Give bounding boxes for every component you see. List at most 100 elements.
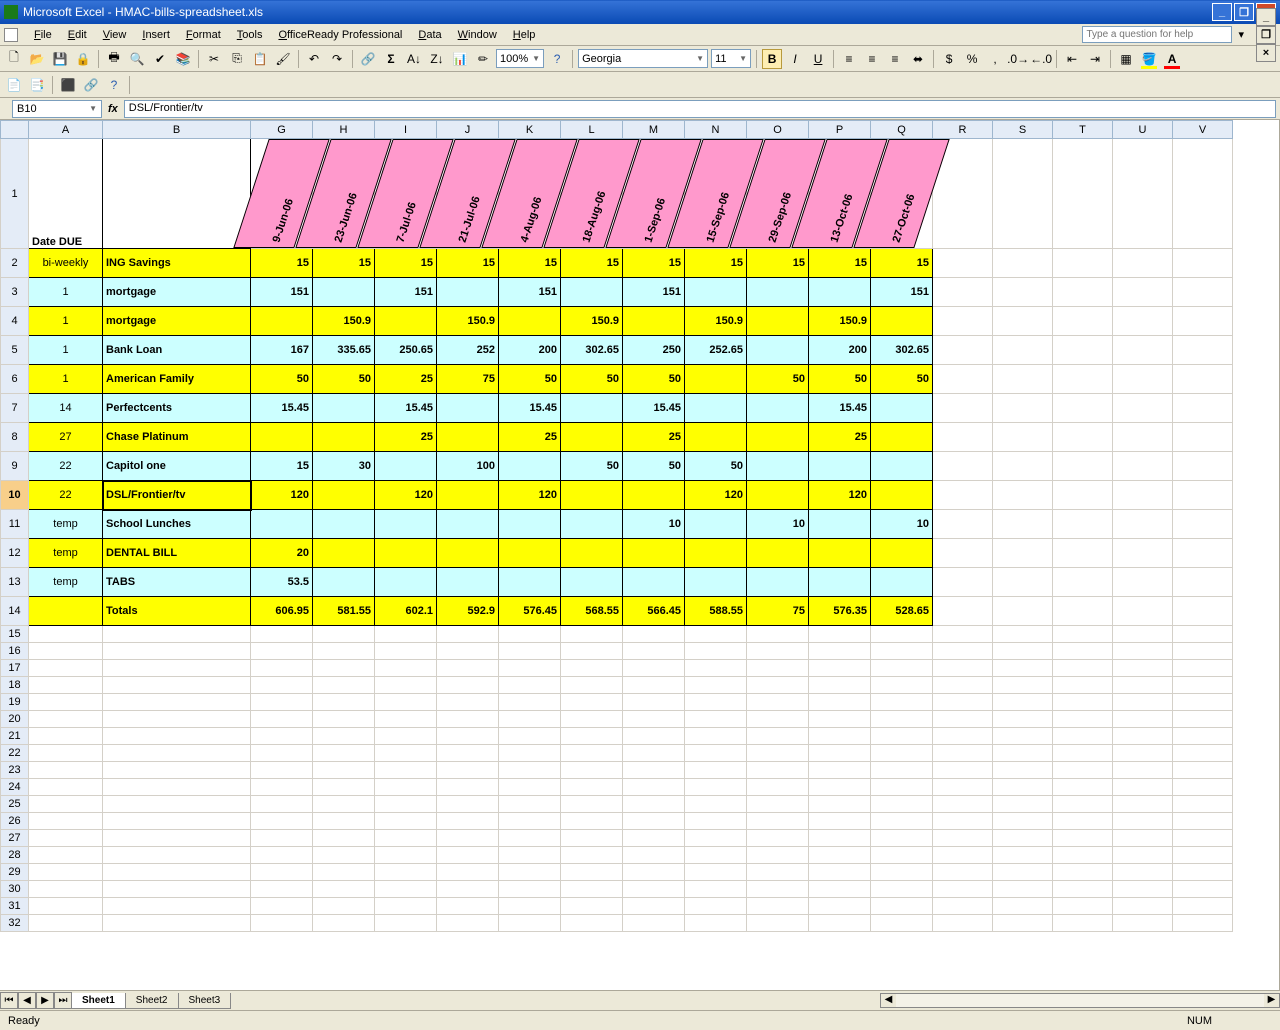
- paste-button[interactable]: 📋: [250, 49, 270, 69]
- cell-empty[interactable]: [375, 864, 437, 881]
- cell-val-2-0[interactable]: 15: [251, 249, 313, 278]
- cell-empty[interactable]: [103, 660, 251, 677]
- cell-val-13-0[interactable]: 53.5: [251, 568, 313, 597]
- cell-val-14-9[interactable]: 576.35: [809, 597, 871, 626]
- cell-empty[interactable]: [685, 711, 747, 728]
- cell-empty[interactable]: [623, 830, 685, 847]
- cell-empty[interactable]: [623, 915, 685, 932]
- cell-empty[interactable]: [437, 864, 499, 881]
- cell-val-6-7[interactable]: [685, 365, 747, 394]
- align-left-button[interactable]: ≡: [839, 49, 859, 69]
- increase-decimal-button[interactable]: .0→: [1008, 49, 1028, 69]
- cell-empty[interactable]: [251, 762, 313, 779]
- cell-due-4[interactable]: 1: [29, 307, 103, 336]
- row-header-20[interactable]: 20: [1, 711, 29, 728]
- cell-val-7-6[interactable]: 15.45: [623, 394, 685, 423]
- doc-icon[interactable]: [4, 28, 18, 42]
- cell-val-9-5[interactable]: 50: [561, 452, 623, 481]
- row-header-29[interactable]: 29: [1, 864, 29, 881]
- cell-empty[interactable]: [993, 847, 1053, 864]
- chart-button[interactable]: 📊: [450, 49, 470, 69]
- cell-empty[interactable]: [933, 847, 993, 864]
- cell-empty[interactable]: [561, 643, 623, 660]
- cell-empty[interactable]: [29, 728, 103, 745]
- cell-empty[interactable]: [809, 881, 871, 898]
- cell-empty[interactable]: [871, 796, 933, 813]
- cell-empty[interactable]: [103, 626, 251, 643]
- cell-empty[interactable]: [561, 660, 623, 677]
- cell-val-6-2[interactable]: 25: [375, 365, 437, 394]
- cell-val-10-7[interactable]: 120: [685, 481, 747, 510]
- hscroll-left[interactable]: ◀: [881, 994, 896, 1007]
- cell-empty[interactable]: [103, 745, 251, 762]
- cell-empty[interactable]: [1113, 694, 1173, 711]
- cell-empty[interactable]: [29, 779, 103, 796]
- row-header-25[interactable]: 25: [1, 796, 29, 813]
- row-header-24[interactable]: 24: [1, 779, 29, 796]
- name-box[interactable]: B10▼: [12, 100, 102, 118]
- cell-empty[interactable]: [375, 813, 437, 830]
- align-right-button[interactable]: ≡: [885, 49, 905, 69]
- cell-val-3-3[interactable]: [437, 278, 499, 307]
- cell-empty[interactable]: [499, 626, 561, 643]
- cell-due-3[interactable]: 1: [29, 278, 103, 307]
- cell-empty[interactable]: [993, 249, 1053, 278]
- cell-empty[interactable]: [685, 847, 747, 864]
- cell-empty[interactable]: [1173, 626, 1233, 643]
- pdf-button-3[interactable]: ⬛: [58, 75, 78, 95]
- cell-val-9-7[interactable]: 50: [685, 452, 747, 481]
- cell-val-14-4[interactable]: 576.45: [499, 597, 561, 626]
- cell-empty[interactable]: [1113, 307, 1173, 336]
- cell-empty[interactable]: [313, 898, 375, 915]
- cell-empty[interactable]: [1173, 510, 1233, 539]
- cell-empty[interactable]: [623, 898, 685, 915]
- cell-due-14[interactable]: [29, 597, 103, 626]
- cell-empty[interactable]: [747, 643, 809, 660]
- cell-empty[interactable]: [437, 898, 499, 915]
- formula-bar[interactable]: DSL/Frontier/tv: [124, 100, 1276, 118]
- cell-empty[interactable]: [1113, 365, 1173, 394]
- cell-empty[interactable]: [747, 898, 809, 915]
- cell-val-8-2[interactable]: 25: [375, 423, 437, 452]
- cell-empty[interactable]: [561, 745, 623, 762]
- cell-val-12-9[interactable]: [809, 539, 871, 568]
- cell-empty[interactable]: [1173, 423, 1233, 452]
- cell-empty[interactable]: [1173, 728, 1233, 745]
- row-header-28[interactable]: 28: [1, 847, 29, 864]
- cell-empty[interactable]: [1113, 847, 1173, 864]
- cell-empty[interactable]: [1113, 898, 1173, 915]
- preview-button[interactable]: 🔍: [127, 49, 147, 69]
- cell-empty[interactable]: [993, 796, 1053, 813]
- cell-empty[interactable]: [685, 864, 747, 881]
- cell-val-7-8[interactable]: [747, 394, 809, 423]
- cell-val-13-5[interactable]: [561, 568, 623, 597]
- cell-empty[interactable]: [623, 847, 685, 864]
- cell-val-11-1[interactable]: [313, 510, 375, 539]
- cell-val-11-2[interactable]: [375, 510, 437, 539]
- cell-empty[interactable]: [623, 745, 685, 762]
- cell-empty[interactable]: [809, 762, 871, 779]
- cell-empty[interactable]: [437, 796, 499, 813]
- cell-empty[interactable]: [1113, 597, 1173, 626]
- cell-empty[interactable]: [1053, 510, 1113, 539]
- menu-tools[interactable]: Tools: [229, 27, 271, 43]
- cell-val-2-4[interactable]: 15: [499, 249, 561, 278]
- cell-empty[interactable]: [375, 762, 437, 779]
- cell-empty[interactable]: [1053, 915, 1113, 932]
- new-button[interactable]: 🗋: [4, 49, 24, 69]
- col-header-L[interactable]: L: [561, 121, 623, 139]
- cell-val-2-1[interactable]: 15: [313, 249, 375, 278]
- cell-empty[interactable]: [933, 626, 993, 643]
- col-header-M[interactable]: M: [623, 121, 685, 139]
- cell-empty[interactable]: [1113, 568, 1173, 597]
- cell-due-12[interactable]: temp: [29, 539, 103, 568]
- cell-empty[interactable]: [809, 745, 871, 762]
- cell-empty[interactable]: [1053, 796, 1113, 813]
- cell-empty[interactable]: [313, 745, 375, 762]
- cell-empty[interactable]: [251, 864, 313, 881]
- cell-val-9-4[interactable]: [499, 452, 561, 481]
- cell-val-8-10[interactable]: [871, 423, 933, 452]
- help-search[interactable]: [1082, 26, 1232, 43]
- cell-val-13-7[interactable]: [685, 568, 747, 597]
- cell-val-4-1[interactable]: 150.9: [313, 307, 375, 336]
